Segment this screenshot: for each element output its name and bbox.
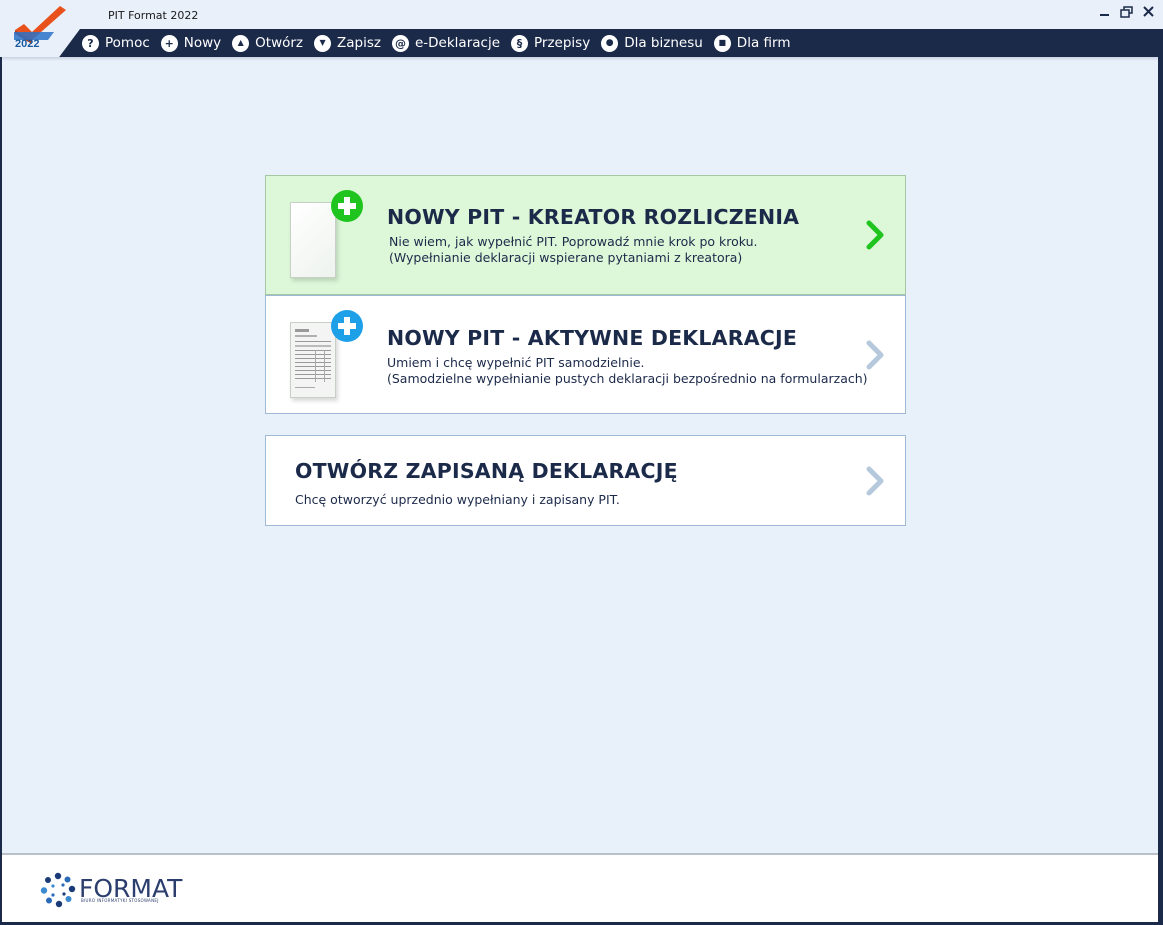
menu-item-label: Zapisz xyxy=(337,35,381,51)
close-icon[interactable] xyxy=(1142,5,1155,18)
format-ring-logo-icon xyxy=(40,872,76,908)
open-icon: ▲ xyxy=(232,34,250,52)
card-desc-line1: Umiem i chcę wypełnić PIT samodzielnie. xyxy=(387,355,645,370)
at-icon: @ xyxy=(391,34,409,52)
title-bar: PIT Format 2022 xyxy=(0,0,1163,29)
save-icon: ▼ xyxy=(314,34,332,52)
chevron-right-icon xyxy=(866,340,884,370)
restore-icon[interactable] xyxy=(1120,5,1133,18)
window-controls xyxy=(1098,5,1155,18)
menu-item-dla-biznesu[interactable]: ● Dla biznesu xyxy=(601,34,703,52)
menu-item-przepisy[interactable]: § Przepisy xyxy=(511,34,591,52)
menu-items: ? Pomoc + Nowy ▲ Otwórz ▼ Zapisz @ e-Dek… xyxy=(82,29,801,57)
filled-form-document-icon xyxy=(290,322,336,398)
logo-year: 2022 xyxy=(15,38,40,50)
app-logo: 2022 xyxy=(0,0,100,58)
card-title: NOWY PIT - AKTYWNE DEKLARACJE xyxy=(387,326,798,350)
card-desc-line2: (Wypełnianie deklaracji wspierane pytani… xyxy=(389,250,743,265)
briefcase-icon: ■ xyxy=(713,34,731,52)
card-desc-line2: (Samodzielne wypełnianie pustych deklara… xyxy=(387,371,868,386)
footer: FORMAT BIURO INFORMATYKI STOSOWANEJ xyxy=(2,853,1158,922)
menu-item-e-deklaracje[interactable]: @ e-Deklaracje xyxy=(391,34,501,52)
blue-plus-icon xyxy=(331,310,363,342)
card-title: NOWY PIT - KREATOR ROZLICZENIA xyxy=(387,205,800,229)
menu-item-zapisz[interactable]: ▼ Zapisz xyxy=(314,34,381,52)
brand-subtitle: BIURO INFORMATYKI STOSOWANEJ xyxy=(81,898,159,903)
menu-item-nowy[interactable]: + Nowy xyxy=(160,34,222,52)
menu-item-label: Pomoc xyxy=(105,35,150,51)
green-plus-icon xyxy=(331,190,363,222)
card-title: OTWÓRZ ZAPISANĄ DEKLARACJĘ xyxy=(295,459,678,483)
menu-item-dla-firm[interactable]: ■ Dla firm xyxy=(713,34,791,52)
open-saved-declaration-card[interactable]: OTWÓRZ ZAPISANĄ DEKLARACJĘ Chcę otworzyć… xyxy=(265,435,906,526)
blank-document-icon xyxy=(290,202,336,278)
paragraph-icon: § xyxy=(511,34,529,52)
new-pit-wizard-card[interactable]: NOWY PIT - KREATOR ROZLICZENIA Nie wiem,… xyxy=(265,175,906,295)
plus-icon: + xyxy=(160,34,178,52)
menu-item-label: Przepisy xyxy=(534,35,591,51)
card-desc-line1: Nie wiem, jak wypełnić PIT. Poprowadź mn… xyxy=(389,234,758,249)
format-logo: FORMAT BIURO INFORMATYKI STOSOWANEJ xyxy=(40,872,182,908)
menu-item-label: Nowy xyxy=(183,35,222,51)
main-shadow xyxy=(2,57,1158,61)
handshake-icon: ● xyxy=(601,34,619,52)
menu-item-otworz[interactable]: ▲ Otwórz xyxy=(232,34,304,52)
new-pit-active-forms-card[interactable]: NOWY PIT - AKTYWNE DEKLARACJE Umiem i ch… xyxy=(265,295,906,414)
main-panel: NOWY PIT - KREATOR ROZLICZENIA Nie wiem,… xyxy=(2,57,1158,853)
menu-item-label: Dla biznesu xyxy=(624,35,703,51)
chevron-right-icon xyxy=(866,220,884,250)
menu-item-label: e-Deklaracje xyxy=(414,35,501,51)
menu-item-label: Otwórz xyxy=(255,35,304,51)
menu-item-label: Dla firm xyxy=(736,35,791,51)
card-desc-line1: Chcę otworzyć uprzednio wypełniany i zap… xyxy=(295,492,620,507)
chevron-right-icon xyxy=(866,466,884,496)
window-title: PIT Format 2022 xyxy=(108,9,199,22)
minimize-icon[interactable] xyxy=(1098,5,1111,18)
